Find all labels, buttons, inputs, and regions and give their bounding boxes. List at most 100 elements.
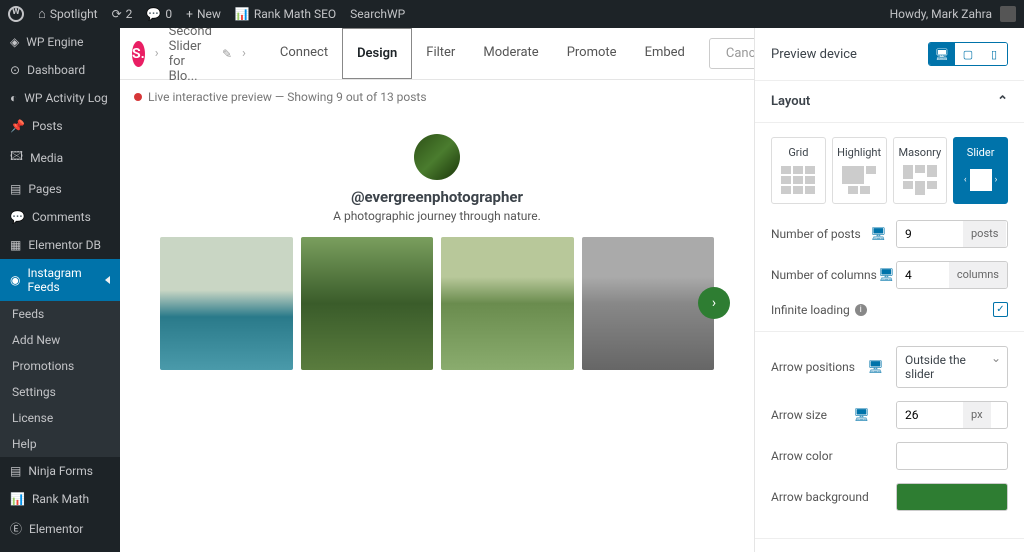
activity-icon: ◐ — [10, 91, 17, 105]
slide-image[interactable] — [582, 237, 715, 370]
infinite-loading-label: Infinite loading — [771, 303, 850, 317]
refresh-icon: ⟳ — [112, 7, 122, 21]
sidebar-item-rankmath[interactable]: 📊Rank Math — [0, 485, 120, 513]
cancel-button[interactable]: Cancel — [709, 38, 754, 69]
layout-masonry-option[interactable]: Masonry — [893, 137, 948, 204]
masonry-icon — [902, 165, 938, 195]
admin-bar-searchwp[interactable]: SearchWP — [350, 7, 405, 21]
sidebar-item-elementordb[interactable]: ▦Elementor DB — [0, 231, 120, 259]
profile-avatar[interactable] — [414, 134, 460, 180]
tab-embed[interactable]: Embed — [631, 28, 699, 79]
arrow-background-label: Arrow background — [771, 490, 869, 504]
responsive-icon[interactable]: 🖥 — [878, 268, 895, 283]
tab-moderate[interactable]: Moderate — [469, 28, 552, 79]
arrow-size-label: Arrow size — [771, 408, 827, 422]
infinite-loading-checkbox[interactable]: ✓ — [993, 302, 1008, 317]
sidebar-sub-addnew[interactable]: Add New — [0, 327, 120, 353]
device-toggle: 🖥 ▢ ▯ — [928, 42, 1008, 66]
sidebar-sub-settings[interactable]: Settings — [0, 379, 120, 405]
sidebar-item-media[interactable]: 🖾Media — [0, 140, 120, 175]
grid-icon — [780, 165, 816, 195]
plus-icon: + — [186, 7, 193, 21]
elementor-icon: Ⓔ — [10, 520, 22, 537]
sidebar-item-posts[interactable]: 📌Posts — [0, 112, 120, 140]
highlight-icon — [841, 165, 877, 195]
tab-filter[interactable]: Filter — [412, 28, 469, 79]
rankmath-icon: 📊 — [10, 492, 25, 506]
slider-next-button[interactable]: › — [698, 287, 730, 319]
wp-logo-icon[interactable] — [8, 6, 24, 22]
layout-highlight-option[interactable]: Highlight — [832, 137, 887, 204]
arrow-positions-select[interactable]: Outside the slider — [896, 346, 1008, 388]
pin-icon: 📌 — [10, 119, 25, 133]
admin-bar-howdy[interactable]: Howdy, Mark Zahra — [890, 7, 992, 21]
spotlight-logo-icon[interactable]: S. — [132, 41, 145, 67]
sidebar-sub-promotions[interactable]: Promotions — [0, 353, 120, 379]
feed-slider — [160, 237, 714, 370]
layout-slider-option[interactable]: Slider‹› — [953, 137, 1008, 204]
accordion-feed[interactable]: Feed ⌃ — [755, 539, 1024, 552]
number-columns-input[interactable] — [897, 262, 949, 288]
admin-bar-new[interactable]: + New — [186, 7, 221, 21]
arrow-color-picker[interactable] — [896, 442, 1008, 470]
sidebar-item-dashboard[interactable]: ⊙Dashboard — [0, 56, 120, 84]
tab-design[interactable]: Design — [342, 28, 412, 79]
sidebar-item-comments[interactable]: 💬Comments — [0, 203, 120, 231]
device-desktop-button[interactable]: 🖥 — [929, 43, 955, 65]
preview-device-label: Preview device — [771, 47, 857, 62]
device-mobile-button[interactable]: ▯ — [981, 43, 1007, 65]
arrow-size-input[interactable] — [897, 402, 963, 428]
accordion-layout[interactable]: Layout ⌃ — [755, 81, 1024, 123]
chevron-right-icon: › — [242, 46, 246, 61]
avatar-icon[interactable] — [1000, 6, 1016, 22]
admin-bar-spotlight[interactable]: ⌂ Spotlight — [38, 6, 98, 22]
profile-handle[interactable]: @evergreenphotographer — [351, 188, 523, 206]
chart-icon: 📊 — [235, 7, 250, 21]
admin-bar-comments[interactable]: 💬 0 — [146, 7, 172, 21]
preview-canvas: @evergreenphotographer A photographic jo… — [120, 114, 754, 552]
slide-image[interactable] — [160, 237, 293, 370]
admin-bar-updates[interactable]: ⟳ 2 — [112, 7, 133, 21]
sidebar-item-elementor[interactable]: ⒺElementor — [0, 513, 120, 544]
sidebar-sub-license[interactable]: License — [0, 405, 120, 431]
layout-grid-option[interactable]: Grid — [771, 137, 826, 204]
edit-icon[interactable]: ✎ — [222, 47, 232, 61]
responsive-icon[interactable]: 🖥 — [867, 360, 884, 375]
wpengine-icon: ◈ — [10, 35, 19, 49]
unit-label: posts — [963, 221, 1006, 247]
device-tablet-button[interactable]: ▢ — [955, 43, 981, 65]
home-icon: ⌂ — [38, 6, 46, 22]
db-icon: ▦ — [10, 238, 21, 252]
responsive-icon[interactable]: 🖥 — [853, 408, 870, 423]
profile-bio: A photographic journey through nature. — [333, 209, 541, 223]
slide-image[interactable] — [301, 237, 434, 370]
tab-connect[interactable]: Connect — [266, 28, 342, 79]
arrow-background-picker[interactable] — [896, 483, 1008, 511]
slide-image[interactable] — [441, 237, 574, 370]
unit-label: columns — [949, 262, 1007, 288]
unit-label: px — [963, 402, 991, 428]
info-icon[interactable]: i — [855, 304, 867, 316]
media-icon: 🖾 — [10, 147, 23, 168]
sidebar-sub-help[interactable]: Help — [0, 431, 120, 457]
active-arrow-icon — [105, 276, 110, 284]
admin-sidebar: ◈WP Engine ⊙Dashboard ◐WP Activity Log 📌… — [0, 28, 120, 552]
sidebar-sub-feeds[interactable]: Feeds — [0, 301, 120, 327]
admin-bar-rankmath[interactable]: 📊 Rank Math SEO — [235, 7, 336, 21]
number-posts-label: Number of posts — [771, 227, 861, 241]
sidebar-item-wpengine[interactable]: ◈WP Engine — [0, 28, 120, 56]
sidebar-item-ninjaforms[interactable]: ▤Ninja Forms — [0, 457, 120, 485]
settings-panel: Preview device 🖥 ▢ ▯ Layout ⌃ Grid Highl… — [754, 28, 1024, 552]
sidebar-item-pages[interactable]: ▤Pages — [0, 175, 120, 203]
sidebar-item-instagram[interactable]: ◉Instagram Feeds — [0, 259, 120, 301]
slider-icon: ‹› — [963, 165, 999, 195]
feed-name[interactable]: Second Slider for Blo... — [169, 28, 212, 84]
instagram-icon: ◉ — [10, 273, 20, 287]
chevron-up-icon: ⌃ — [997, 94, 1008, 109]
editor-topbar: S. › Second Slider for Blo... ✎ › Connec… — [120, 28, 754, 80]
tab-promote[interactable]: Promote — [553, 28, 631, 79]
number-posts-input[interactable] — [897, 221, 963, 247]
responsive-icon[interactable]: 🖥 — [870, 227, 887, 242]
sidebar-item-templates[interactable]: ▦Templates — [0, 544, 120, 552]
sidebar-item-activity[interactable]: ◐WP Activity Log — [0, 84, 120, 112]
